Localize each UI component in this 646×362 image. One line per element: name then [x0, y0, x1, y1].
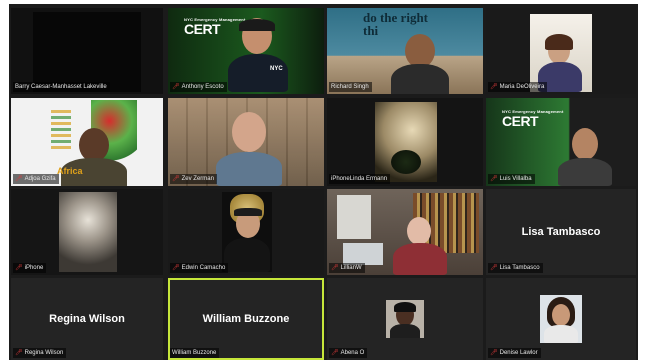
maria-camera-frame	[530, 14, 592, 92]
participant-name-tag: 🎤︎ Abena O	[329, 348, 368, 358]
video-tile-maria[interactable]: 🎤︎ Maria DeOliveira	[486, 8, 636, 94]
window-light	[337, 195, 371, 239]
mic-muted-icon: 🎤︎	[490, 350, 498, 356]
participant-name-tag: 🎤︎ Denise Lawlor	[488, 348, 541, 358]
video-tile-iphone[interactable]: 🎤︎ iPhone	[11, 189, 163, 275]
participant-name-tag: 🎤︎ iPhone	[13, 263, 47, 273]
cert-logo: NYC Emergency Management CERT	[502, 109, 564, 129]
video-tile-edwin[interactable]: 🎤︎ Edwin Camacho	[168, 189, 324, 275]
background-caption: Africa	[57, 166, 83, 176]
participant-name-tag: 🎤︎ Luis Villalba	[488, 174, 535, 184]
participant-name-tag: 🎤︎ LillianW	[329, 263, 365, 273]
participant-display-name: William Buzzone	[202, 313, 290, 325]
mic-muted-icon: 🎤︎	[331, 350, 339, 356]
video-tile-lillian[interactable]: 🎤︎ LillianW	[327, 189, 483, 275]
mic-muted-icon: 🎤︎	[490, 84, 498, 90]
video-tile-regina[interactable]: Regina Wilson 🎤︎ Regina Wilson	[11, 278, 163, 360]
mic-muted-icon: 🎤︎	[490, 265, 498, 271]
mic-muted-icon: 🎤︎	[15, 350, 23, 356]
video-tile-lisa[interactable]: Lisa Tambasco 🎤︎ Lisa Tambasco	[486, 189, 636, 275]
video-tile-anthony[interactable]: NYC Emergency Management CERT NYC 🎤︎ Anth…	[168, 8, 324, 94]
participant-display-name: Lisa Tambasco	[521, 226, 601, 238]
edwin-camera-frame	[222, 192, 272, 272]
mic-muted-icon: 🎤︎	[15, 265, 23, 271]
participant-name-tag: iPhoneLinda Ermann	[329, 174, 391, 184]
mic-muted-icon: 🎤︎	[172, 176, 180, 182]
participant-name-tag: 🎤︎ Lisa Tambasco	[488, 263, 543, 273]
participant-name-tag: William Buzzone	[170, 348, 220, 358]
houseplant	[391, 150, 421, 174]
video-tile-zev[interactable]: 🎤︎ Zev Zerman	[168, 98, 324, 186]
video-tile-abena[interactable]: 🎤︎ Abena O	[327, 278, 483, 360]
video-tile-barry[interactable]: Barry Caesar-Manhasset Lakeville	[11, 8, 163, 94]
mic-muted-icon: 🎤︎	[331, 265, 339, 271]
video-tile-adjoa[interactable]: Africa 🎤︎ Adjoa Gzifa	[11, 98, 163, 186]
video-grid: Barry Caesar-Manhasset Lakeville NYC Eme…	[9, 4, 638, 360]
nyc-shirt-logo: NYC	[270, 66, 283, 72]
video-tile-richard[interactable]: do the right thi Richard Singh	[327, 8, 483, 94]
background-slogan: do the right thi	[363, 10, 428, 38]
participant-name-tag: 🎤︎ Maria DeOliveira	[488, 82, 548, 92]
video-tile-luis[interactable]: NYC Emergency Management CERT 🎤︎ Luis Vil…	[486, 98, 636, 186]
mic-muted-icon: 🎤︎	[172, 84, 180, 90]
cert-logo: NYC Emergency Management CERT	[184, 17, 246, 37]
barry-dark-video	[33, 12, 141, 92]
iphone-camera-frame	[59, 192, 117, 272]
profile-photo	[540, 295, 582, 343]
participant-name-tag: 🎤︎ Anthony Escoto	[170, 82, 227, 92]
participant-name-tag: Barry Caesar-Manhasset Lakeville	[13, 82, 110, 92]
mic-muted-icon: 🎤︎	[490, 176, 498, 182]
participant-name-tag: 🎤︎ Adjoa Gzifa	[13, 174, 59, 184]
video-tile-william[interactable]: William Buzzone William Buzzone	[168, 278, 324, 360]
profile-photo	[386, 300, 424, 338]
participant-name-tag: 🎤︎ Zev Zerman	[170, 174, 217, 184]
mic-muted-icon: 🎤︎	[15, 176, 23, 182]
video-tile-linda[interactable]: iPhoneLinda Ermann	[327, 98, 483, 186]
participant-name-tag: 🎤︎ Edwin Camacho	[170, 263, 229, 273]
mic-muted-icon: 🎤︎	[172, 265, 180, 271]
participant-name-tag: Richard Singh	[329, 82, 372, 92]
map-legend	[51, 110, 71, 150]
video-tile-denise[interactable]: 🎤︎ Denise Lawlor	[486, 278, 636, 360]
participant-name-tag: 🎤︎ Regina Wilson	[13, 348, 67, 358]
participant-display-name: Regina Wilson	[49, 313, 125, 325]
desk-monitor	[343, 243, 383, 265]
